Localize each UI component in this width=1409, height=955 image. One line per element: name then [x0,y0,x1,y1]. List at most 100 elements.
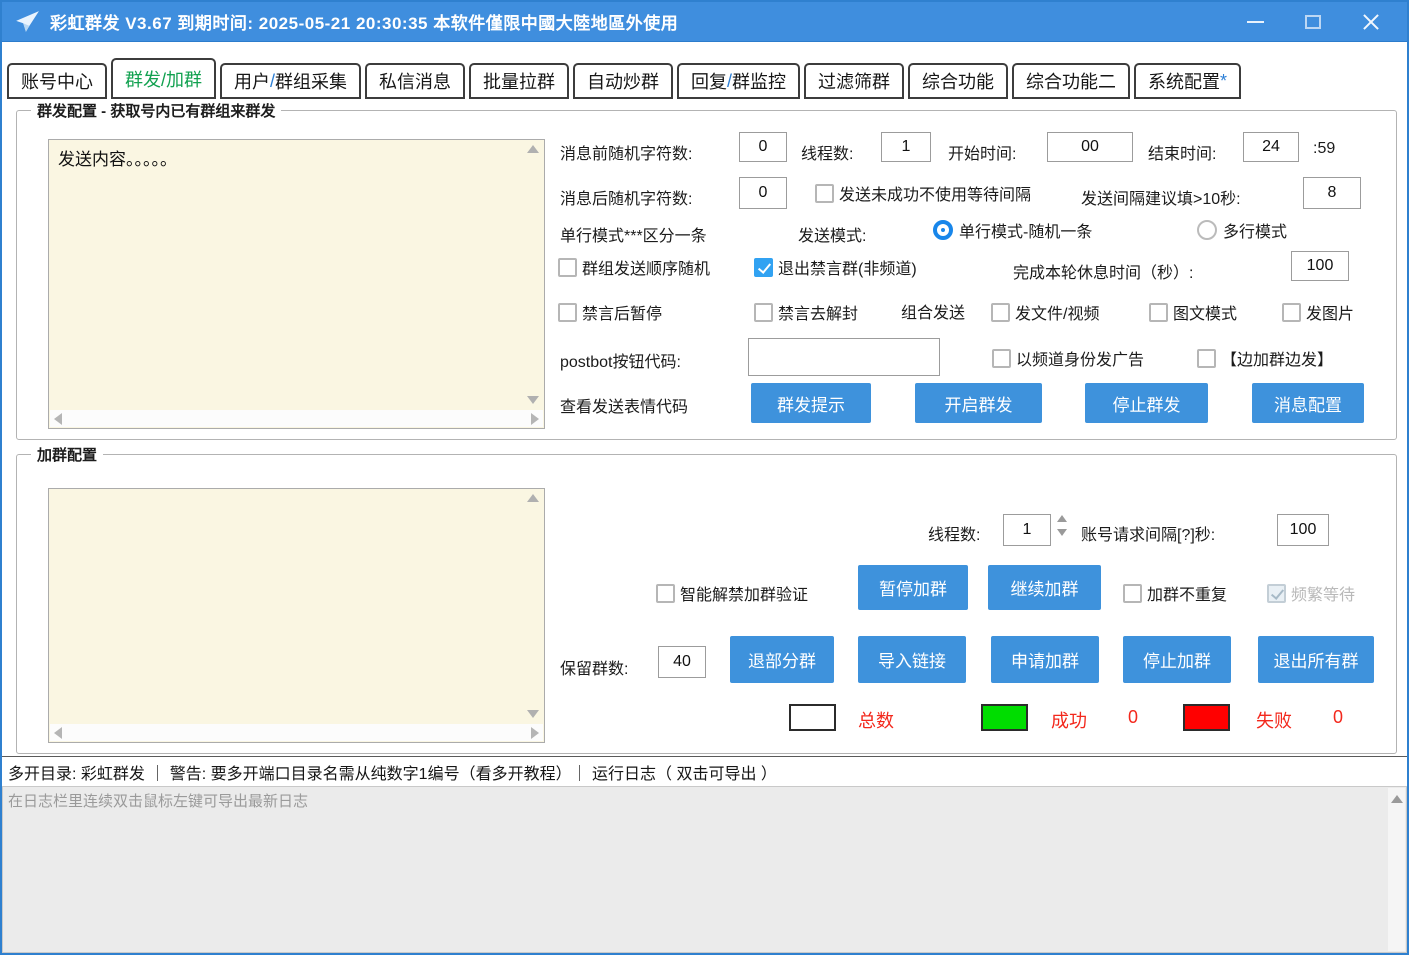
titlebar[interactable]: 彩虹群发 V3.67 到期时间: 2025-05-21 20:30:35 本软件… [2,2,1407,42]
checkbox-box [992,349,1011,368]
tab-mass-send-join[interactable]: 群发/加群 [111,58,216,99]
fail-count: 0 [1333,707,1343,728]
stepper-down-button[interactable] [1057,529,1067,536]
scroll-up-arrow[interactable] [527,145,539,153]
tab-system-config[interactable]: 系统配置* [1134,63,1241,99]
send-threads-input[interactable] [881,132,931,162]
join-threads-input[interactable] [1003,514,1051,546]
checkbox-box [1149,303,1168,322]
tab-account-center[interactable]: 账号中心 [7,63,107,99]
success-swatch [981,704,1028,731]
quit-partial-groups-button[interactable]: 退部分群 [730,636,834,683]
start-time-input[interactable] [1047,132,1133,162]
checkbox-no-wait-on-fail[interactable]: 发送未成功不使用等待间隔 [815,181,1031,205]
maximize-button[interactable] [1299,8,1327,36]
scroll-up-arrow[interactable] [1391,795,1403,803]
checkbox-image-text-mode[interactable]: 图文模式 [1149,300,1237,324]
tab-auto-chat[interactable]: 自动炒群 [573,63,673,99]
checkbox-send-image[interactable]: 发图片 [1282,300,1354,324]
checkbox-smart-unban-verify[interactable]: 智能解禁加群验证 [656,581,808,605]
join-group-group: 加群配置 线程数: 账号请求间隔[?]秒: 智能解禁加群验证 暂停加群 继续加群 [16,454,1397,754]
tab-filter-groups[interactable]: 过滤筛群 [804,63,904,99]
checkbox-send-file-video[interactable]: 发文件/视频 [991,300,1099,324]
mass-send-tip-button[interactable]: 群发提示 [751,383,871,423]
label-send-mode: 发送模式: [798,222,866,246]
quit-all-groups-button[interactable]: 退出所有群 [1258,636,1374,683]
radio-multi-line-mode[interactable]: 多行模式 [1197,218,1287,242]
link-view-emoji-codes[interactable]: 查看发送表情代码 [560,393,688,417]
horizontal-scrollbar[interactable] [50,724,543,741]
checkbox-quit-muted-groups[interactable]: 退出禁言群(非频道) [754,255,917,279]
label-request-interval: 账号请求间隔[?]秒: [1081,521,1215,545]
success-count: 0 [1128,707,1138,728]
scroll-right-arrow[interactable] [531,413,539,425]
join-links-input[interactable] [49,489,544,742]
tab-misc-functions-2[interactable]: 综合功能二 [1012,63,1130,99]
postbot-code-input[interactable] [748,338,940,376]
import-links-button[interactable]: 导入链接 [858,636,966,683]
label-start-time: 开始时间: [948,140,1016,164]
close-button[interactable] [1357,8,1385,36]
app-window: 彩虹群发 V3.67 到期时间: 2025-05-21 20:30:35 本软件… [0,0,1409,955]
minimize-button[interactable] [1241,8,1269,36]
end-time-input[interactable] [1243,132,1299,162]
tab-reply-monitor[interactable]: 回复/群监控 [677,63,800,99]
message-config-button[interactable]: 消息配置 [1252,383,1364,423]
checkbox-box [1282,303,1301,322]
request-interval-input[interactable] [1277,514,1329,546]
scroll-down-arrow[interactable] [527,396,539,404]
label-join-threads: 线程数: [928,521,980,545]
checkbox-box [558,258,577,277]
log-scrollbar[interactable] [1388,788,1405,951]
success-label: 成功 [1051,707,1087,733]
scroll-up-arrow[interactable] [527,494,539,502]
horizontal-scrollbar[interactable] [50,410,543,427]
tab-private-message[interactable]: 私信消息 [365,63,465,99]
scroll-down-arrow[interactable] [527,710,539,718]
msg-prefix-count-input[interactable] [739,132,787,162]
maximize-icon [1305,15,1321,29]
checkbox-box [991,303,1010,322]
scroll-left-arrow[interactable] [54,727,62,739]
keep-groups-input[interactable] [658,646,706,678]
checkbox-box [754,258,773,277]
radio-circle [933,220,953,240]
round-rest-time-input[interactable] [1291,251,1349,281]
label-single-line-hint: 单行模式***区分一条 [560,222,707,246]
apply-join-button[interactable]: 申请加群 [991,636,1099,683]
pause-join-button[interactable]: 暂停加群 [858,565,968,610]
label-round-rest-time: 完成本轮休息时间（秒）: [1013,259,1193,283]
tab-misc-functions[interactable]: 综合功能 [908,63,1008,99]
label-msg-suffix-count: 消息后随机字符数: [560,185,692,209]
fail-label: 失败 [1256,707,1292,733]
minimize-icon [1247,21,1264,23]
scroll-left-arrow[interactable] [54,413,62,425]
label-keep-groups: 保留群数: [560,655,628,679]
radio-single-line-mode[interactable]: 单行模式-随机一条 [933,218,1092,242]
checkbox-random-group-order[interactable]: 群组发送顺序随机 [558,255,710,279]
checkbox-no-repeat-join[interactable]: 加群不重复 [1123,581,1227,605]
scroll-right-arrow[interactable] [531,727,539,739]
label-postbot-code: postbot按钮代码: [560,348,681,372]
label-msg-prefix-count: 消息前随机字符数: [560,140,692,164]
checkbox-mute-unban[interactable]: 禁言去解封 [754,300,858,324]
checkbox-pause-on-mute[interactable]: 禁言后暂停 [558,300,662,324]
stepper-up-button[interactable] [1057,515,1067,522]
tab-batch-pull[interactable]: 批量拉群 [469,63,569,99]
checkbox-join-while-send[interactable]: 【边加群边发】 [1197,346,1333,370]
join-links-memo [48,488,545,743]
log-area[interactable]: 在日志栏里连续双击鼠标左键可导出最新日志 [2,786,1407,953]
msg-suffix-count-input[interactable] [739,177,787,209]
tab-user-group-collect[interactable]: 用户/群组采集 [220,63,361,99]
checkbox-box [815,184,834,203]
stop-join-button[interactable]: 停止加群 [1123,636,1231,683]
checkbox-box [754,303,773,322]
start-mass-send-button[interactable]: 开启群发 [915,383,1042,423]
resume-join-button[interactable]: 继续加群 [988,565,1101,610]
label-combo-send: 组合发送 [901,299,965,323]
stop-mass-send-button[interactable]: 停止群发 [1085,383,1208,423]
checkbox-channel-identity-ad[interactable]: 以频道身份发广告 [992,346,1144,370]
send-interval-input[interactable] [1303,177,1361,209]
send-content-input[interactable]: 发送内容。。。。。 [49,140,544,428]
close-icon [1362,13,1380,31]
